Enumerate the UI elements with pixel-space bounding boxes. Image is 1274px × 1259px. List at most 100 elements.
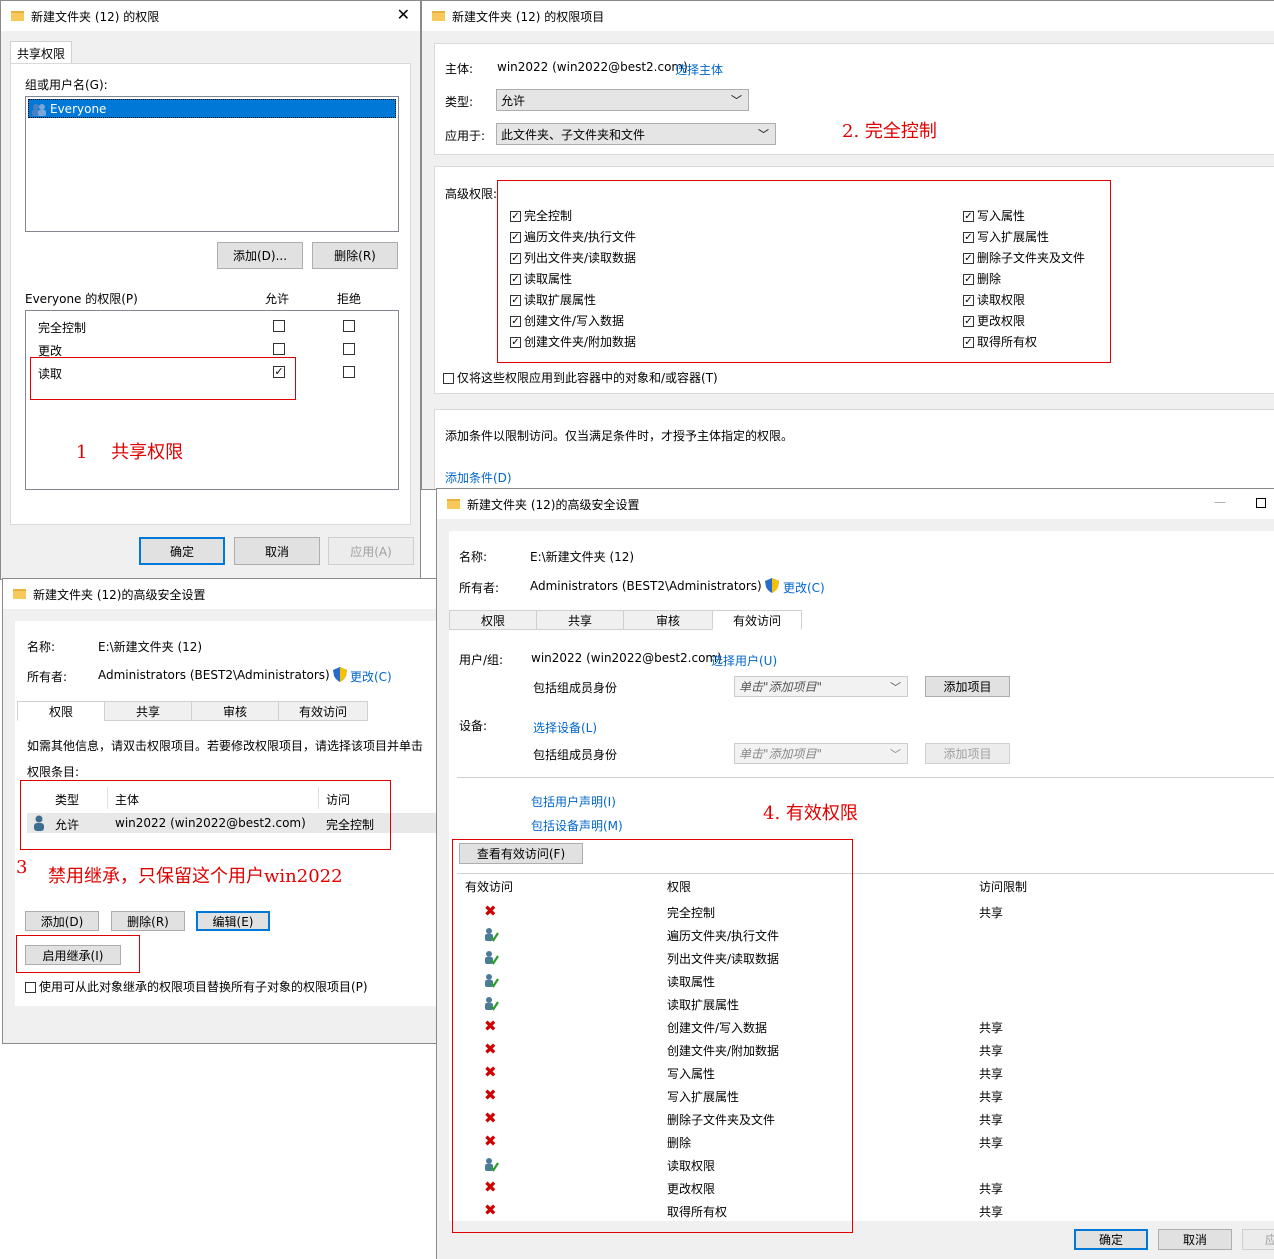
annotation-full-control: 2. 完全控制: [842, 121, 937, 142]
access-limit: 共享: [979, 906, 1004, 920]
add-condition-link[interactable]: 添加条件(D): [445, 469, 512, 486]
type-dropdown-value: 允许: [501, 93, 526, 108]
full-control-allow-checkbox[interactable]: [273, 320, 285, 332]
applies-to-dropdown[interactable]: 此文件夹、子文件夹和文件 ﹀: [496, 123, 776, 145]
add-item-button[interactable]: 添加项目: [925, 676, 1010, 697]
permissions-label: Everyone 的权限(P): [25, 292, 138, 306]
tab-permissions[interactable]: 权限: [17, 701, 105, 721]
deny-column-header: 拒绝: [337, 292, 362, 306]
apply-only-option[interactable]: 仅将这些权限应用到此容器中的对象和/或容器(T): [443, 369, 718, 386]
replace-label: 使用可从此对象继承的权限项目替换所有子对象的权限项目(P): [39, 980, 368, 994]
cancel-button[interactable]: 取消: [234, 537, 320, 565]
remove-button[interactable]: 删除(R): [312, 242, 398, 269]
shield-icon: [333, 667, 347, 685]
device-add-item-button[interactable]: 添加项目: [925, 743, 1010, 764]
annotation-box-inheritance: [16, 935, 140, 973]
tab-share[interactable]: 共享: [536, 610, 624, 630]
folder-icon: [432, 11, 445, 21]
folder-icon: [11, 11, 24, 21]
device-claims-dropdown[interactable]: 单击"添加项目" ﹀: [734, 743, 908, 764]
apply-only-label: 仅将这些权限应用到此容器中的对象和/或容器(T): [457, 371, 718, 385]
access-limit: 共享: [979, 1182, 1004, 1196]
change-allow-checkbox[interactable]: [273, 343, 285, 355]
annotation-box-effective: [452, 839, 853, 1233]
owner-label: 所有者:: [27, 670, 68, 684]
include-user-claims-link[interactable]: 包括用户声明(I): [531, 793, 616, 810]
change-owner-link[interactable]: 更改(C): [783, 579, 825, 596]
col-access-limit[interactable]: 访问限制: [979, 878, 1027, 895]
edit-button[interactable]: 编辑(E): [196, 911, 270, 931]
name-value: E:\新建文件夹 (12): [98, 640, 203, 654]
type-dropdown[interactable]: 允许 ﹀: [496, 89, 749, 111]
select-user-link[interactable]: 选择用户(U): [711, 652, 777, 669]
window-title: 新建文件夹 (12) 的权限项目: [452, 9, 605, 24]
replace-checkbox[interactable]: [25, 982, 36, 993]
replace-option[interactable]: 使用可从此对象继承的权限项目替换所有子对象的权限项目(P): [25, 978, 368, 995]
user-name: Everyone: [50, 101, 107, 116]
annotation-box-advanced-perms: [497, 180, 1111, 363]
user-claims-dropdown[interactable]: 单击"添加项目" ﹀: [734, 676, 908, 697]
annotation-box-read: [30, 357, 296, 400]
ok-button[interactable]: 确定: [1074, 1229, 1148, 1250]
owner-label: 所有者:: [459, 581, 500, 595]
access-limit: 共享: [979, 1067, 1004, 1081]
user-group-label: 用户/组:: [459, 653, 504, 667]
owner-value: Administrators (BEST2\Administrators): [530, 579, 762, 593]
allow-column-header: 允许: [265, 292, 290, 306]
apply-only-checkbox[interactable]: [443, 373, 454, 384]
apply-button[interactable]: 应: [1242, 1229, 1274, 1250]
chevron-down-icon: ﹀: [890, 681, 901, 694]
remove-button[interactable]: 删除(R): [111, 911, 185, 931]
applies-to-value: 此文件夹、子文件夹和文件: [501, 127, 646, 142]
ok-button[interactable]: 确定: [139, 537, 225, 565]
cancel-button[interactable]: 取消: [1158, 1229, 1232, 1250]
share-permissions-window: 新建文件夹 (12) 的权限 ✕ 共享权限 组或用户名(G): Everyone…: [0, 0, 421, 580]
access-limit: 共享: [979, 1044, 1004, 1058]
access-limit: 共享: [979, 1090, 1004, 1104]
list-item-everyone[interactable]: Everyone: [28, 99, 396, 118]
select-principal-link[interactable]: 选择主体: [675, 61, 723, 78]
title-bar: 新建文件夹 (12)的高级安全设置: [3, 579, 437, 609]
access-limit: 共享: [979, 1113, 1004, 1127]
tab-effective-access[interactable]: 有效访问: [712, 610, 802, 630]
close-icon[interactable]: ✕: [397, 5, 410, 24]
entries-label: 权限条目:: [27, 765, 80, 779]
user-group-value: win2022 (win2022@best2.com): [531, 651, 722, 665]
chevron-down-icon: ﹀: [758, 128, 769, 141]
info-text: 如需其他信息，请双击权限项目。若要修改权限项目，请选择该项目并单击: [27, 739, 424, 753]
group-label: 组或用户名(G):: [25, 78, 108, 92]
add-button[interactable]: 添加(D): [25, 911, 99, 931]
full-control-deny-checkbox[interactable]: [343, 320, 355, 332]
include-device-claims-link[interactable]: 包括设备声明(M): [531, 817, 623, 834]
change-owner-link[interactable]: 更改(C): [350, 668, 392, 685]
tab-audit[interactable]: 审核: [191, 701, 279, 721]
apply-button[interactable]: 应用(A): [328, 537, 414, 565]
title-bar: 新建文件夹 (12)的高级安全设置 —: [437, 489, 1274, 519]
add-button[interactable]: 添加(D)...: [217, 242, 303, 269]
tab-audit[interactable]: 审核: [623, 610, 713, 630]
folder-icon: [447, 499, 460, 509]
applies-to-label: 应用于:: [445, 129, 486, 143]
read-deny-checkbox[interactable]: [343, 366, 355, 378]
tab-permissions[interactable]: 权限: [449, 610, 537, 630]
tab-share[interactable]: 共享: [104, 701, 192, 721]
include-group-label: 包括组成员身份: [533, 681, 618, 695]
annotation-disable-inheritance: 禁用继承，只保留这个用户win2022: [48, 866, 343, 887]
name-label: 名称:: [27, 640, 56, 654]
chevron-down-icon: ﹀: [890, 748, 901, 761]
annotation-number-3: 3: [16, 857, 28, 878]
principal-label: 主体:: [445, 62, 474, 76]
shield-icon: [765, 578, 779, 596]
tab-effective-access[interactable]: 有效访问: [278, 701, 368, 721]
share-tab-panel: 组或用户名(G): Everyone 添加(D)... 删除(R) Everyo…: [10, 63, 411, 525]
tab-share-permissions[interactable]: 共享权限: [10, 41, 72, 64]
title-bar: 新建文件夹 (12) 的权限项目: [422, 1, 1274, 31]
window-title: 新建文件夹 (12)的高级安全设置: [33, 587, 206, 602]
minimize-icon[interactable]: —: [1214, 495, 1226, 509]
change-deny-checkbox[interactable]: [343, 343, 355, 355]
maximize-icon[interactable]: [1256, 498, 1266, 508]
perm-full-control-label: 完全控制: [38, 321, 87, 335]
user-listbox[interactable]: Everyone: [25, 96, 399, 232]
window-title: 新建文件夹 (12) 的权限: [31, 9, 160, 24]
select-device-link[interactable]: 选择设备(L): [533, 719, 597, 736]
